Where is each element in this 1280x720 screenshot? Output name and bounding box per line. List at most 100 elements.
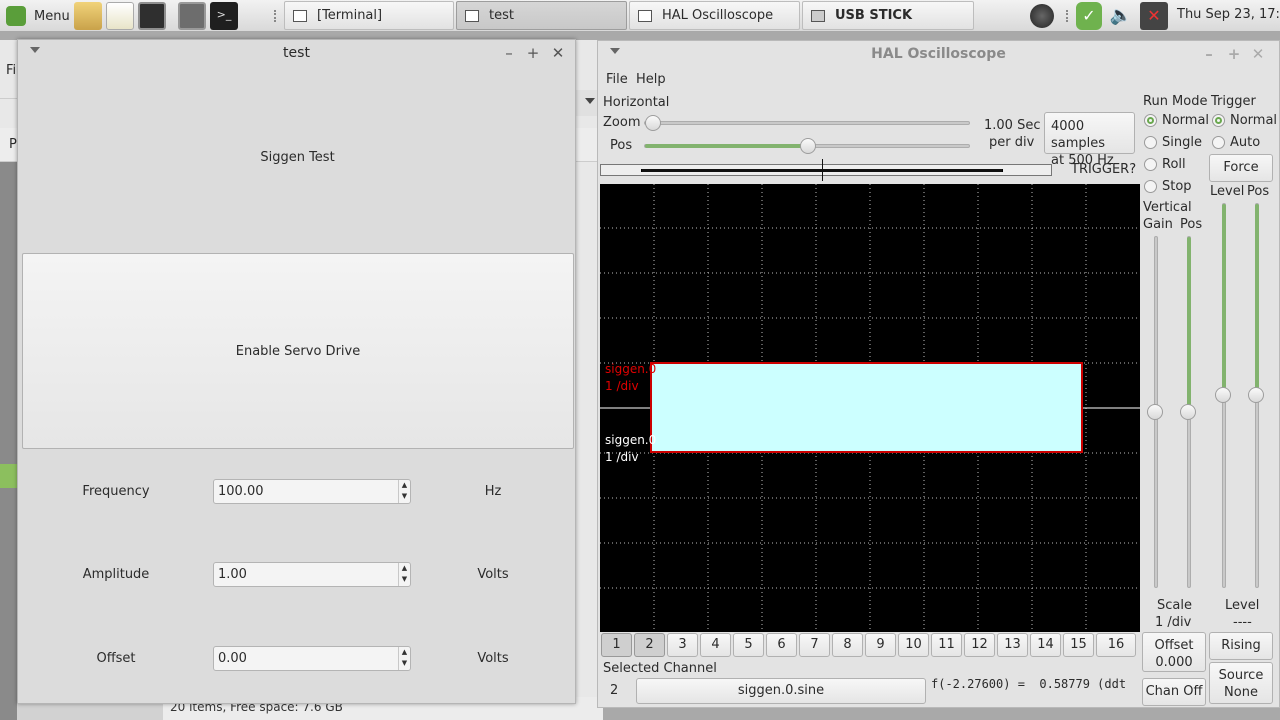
- menu-help[interactable]: Help: [636, 72, 666, 87]
- channel-button-6[interactable]: 6: [766, 633, 797, 657]
- horizontal-label: Horizontal: [603, 95, 670, 110]
- trigger-pos-slider[interactable]: [1248, 203, 1264, 588]
- trigger-level-slider-knob[interactable]: [1215, 387, 1231, 403]
- trigger-auto-radio[interactable]: [1212, 136, 1225, 149]
- channel-button-3[interactable]: 3: [667, 633, 698, 657]
- scale-title: Scale: [1157, 598, 1192, 613]
- menu-file[interactable]: File: [606, 72, 628, 87]
- run-mode-single-radio[interactable]: [1144, 136, 1157, 149]
- frequency-spinbox[interactable]: 100.00 ▲ ▼: [213, 479, 411, 504]
- scale-value: 1 /div: [1155, 615, 1192, 630]
- trigger-label: Trigger: [1211, 94, 1256, 109]
- siggen-heading: Siggen Test: [260, 150, 335, 165]
- amplitude-spinbox[interactable]: 1.00 ▲ ▼: [213, 562, 411, 587]
- vertical-pos-slider[interactable]: [1180, 236, 1196, 588]
- channel-button-8[interactable]: 8: [832, 633, 863, 657]
- task-test[interactable]: test: [456, 1, 627, 30]
- spin-arrows-icon[interactable]: ▲ ▼: [398, 563, 410, 586]
- channel-button-10[interactable]: 10: [898, 633, 929, 657]
- test-window-titlebar[interactable]: test – + ✕: [18, 40, 575, 66]
- trigger-pos-slider-knob[interactable]: [1248, 387, 1264, 403]
- close-icon[interactable]: ✕: [549, 44, 567, 62]
- run-mode-roll-radio[interactable]: [1144, 158, 1157, 171]
- pos-slider-knob[interactable]: [800, 138, 816, 154]
- task-terminal[interactable]: [Terminal]: [284, 1, 454, 30]
- trigger-level-fill: [1222, 204, 1226, 394]
- maximize-icon[interactable]: +: [1225, 45, 1243, 63]
- network-disconnected-icon[interactable]: ✕: [1140, 2, 1168, 30]
- scope-titlebar[interactable]: HAL Oscilloscope – + ✕: [598, 41, 1279, 67]
- selected-channel-label: Selected Channel: [603, 661, 717, 676]
- scope-title: HAL Oscilloscope: [871, 46, 1006, 62]
- run-mode-normal-radio[interactable]: [1144, 114, 1157, 127]
- file-manager-launcher-icon[interactable]: [74, 2, 102, 30]
- maximize-icon[interactable]: +: [524, 44, 542, 62]
- task-usb-stick[interactable]: USB STICK: [802, 1, 974, 30]
- vertical-label: Vertical: [1143, 200, 1192, 215]
- update-manager-icon[interactable]: ✓: [1076, 2, 1102, 30]
- zoom-label: Zoom: [603, 115, 641, 130]
- force-label: Force: [1223, 160, 1259, 175]
- menu-button[interactable]: Menu: [6, 3, 70, 29]
- terminal-launcher-icon[interactable]: >_: [210, 2, 238, 30]
- volume-icon[interactable]: 🔈: [1108, 2, 1134, 30]
- gain-slider-knob[interactable]: [1147, 404, 1163, 420]
- channel-button-9[interactable]: 9: [865, 633, 896, 657]
- gain-slider[interactable]: [1147, 236, 1163, 588]
- vertical-pos-slider-knob[interactable]: [1180, 404, 1196, 420]
- source-line1: Source: [1218, 668, 1264, 683]
- channel-button-13[interactable]: 13: [997, 633, 1028, 657]
- task-hal-oscilloscope[interactable]: HAL Oscilloscope: [629, 1, 800, 30]
- zoom-slider-knob[interactable]: [645, 115, 661, 131]
- system-monitor-launcher-icon[interactable]: [138, 2, 166, 30]
- run-mode-label: Run Mode: [1143, 94, 1208, 109]
- channel-button-12[interactable]: 12: [964, 633, 995, 657]
- task-usb-label: USB STICK: [835, 8, 913, 23]
- disk-launcher-icon[interactable]: [178, 2, 206, 30]
- run-mode-stop-radio[interactable]: [1144, 180, 1157, 193]
- task-hal-label: HAL Oscilloscope: [662, 8, 774, 23]
- minimize-icon[interactable]: –: [500, 44, 518, 62]
- run-mode-roll-label: Roll: [1162, 157, 1186, 172]
- channel-button-5[interactable]: 5: [733, 633, 764, 657]
- text-editor-launcher-icon[interactable]: [106, 2, 134, 30]
- scope-display[interactable]: siggen.0 1 /div siggen.0 1 /div: [600, 184, 1140, 632]
- amplitude-label: Amplitude: [82, 567, 150, 582]
- window-menu-icon[interactable]: [30, 47, 40, 53]
- channel-button-7[interactable]: 7: [799, 633, 830, 657]
- offset-line2: 0.000: [1155, 655, 1193, 670]
- selected-channel-name: siggen.0.sine: [737, 683, 825, 698]
- chan-off-button[interactable]: Chan Off: [1142, 678, 1206, 706]
- channel-button-4[interactable]: 4: [700, 633, 731, 657]
- spin-arrows-icon[interactable]: ▲ ▼: [398, 480, 410, 503]
- trace-red-name: siggen.0: [605, 362, 657, 376]
- selected-channel-name-button[interactable]: siggen.0.sine: [636, 678, 926, 704]
- window-menu-icon[interactable]: [610, 48, 620, 54]
- rate-line2: per div: [989, 135, 1035, 150]
- force-trigger-button[interactable]: Force: [1209, 154, 1273, 182]
- offset-button[interactable]: Offset 0.000: [1142, 632, 1206, 672]
- trigger-normal-radio[interactable]: [1212, 114, 1225, 127]
- clock[interactable]: Thu Sep 23, 17:46: [1177, 7, 1280, 22]
- webcam-icon[interactable]: [1030, 4, 1054, 28]
- channel-button-11[interactable]: 11: [931, 633, 962, 657]
- minimize-icon[interactable]: –: [1200, 45, 1218, 63]
- trigger-source-button[interactable]: Source None: [1209, 662, 1273, 704]
- pos-slider[interactable]: [644, 138, 970, 154]
- channel-button-14[interactable]: 14: [1030, 633, 1061, 657]
- offset-spinbox[interactable]: 0.00 ▲ ▼: [213, 646, 411, 671]
- spin-arrows-icon[interactable]: ▲ ▼: [398, 647, 410, 670]
- channel-button-16[interactable]: 16: [1096, 633, 1136, 657]
- trace-white-name: siggen.0: [605, 433, 657, 447]
- background-side-fragment: P: [9, 137, 17, 152]
- samples-button[interactable]: 4000 samples at 500 Hz: [1044, 112, 1135, 168]
- enable-servo-drive-button[interactable]: Enable Servo Drive: [22, 253, 574, 449]
- amplitude-unit: Volts: [477, 567, 509, 582]
- channel-button-1[interactable]: 1: [601, 633, 632, 657]
- trigger-level-slider[interactable]: [1215, 203, 1231, 588]
- close-icon[interactable]: ✕: [1249, 45, 1267, 63]
- zoom-slider[interactable]: [644, 115, 970, 131]
- channel-button-15[interactable]: 15: [1063, 633, 1094, 657]
- rising-edge-button[interactable]: Rising: [1209, 632, 1273, 660]
- channel-button-2[interactable]: 2: [634, 633, 665, 657]
